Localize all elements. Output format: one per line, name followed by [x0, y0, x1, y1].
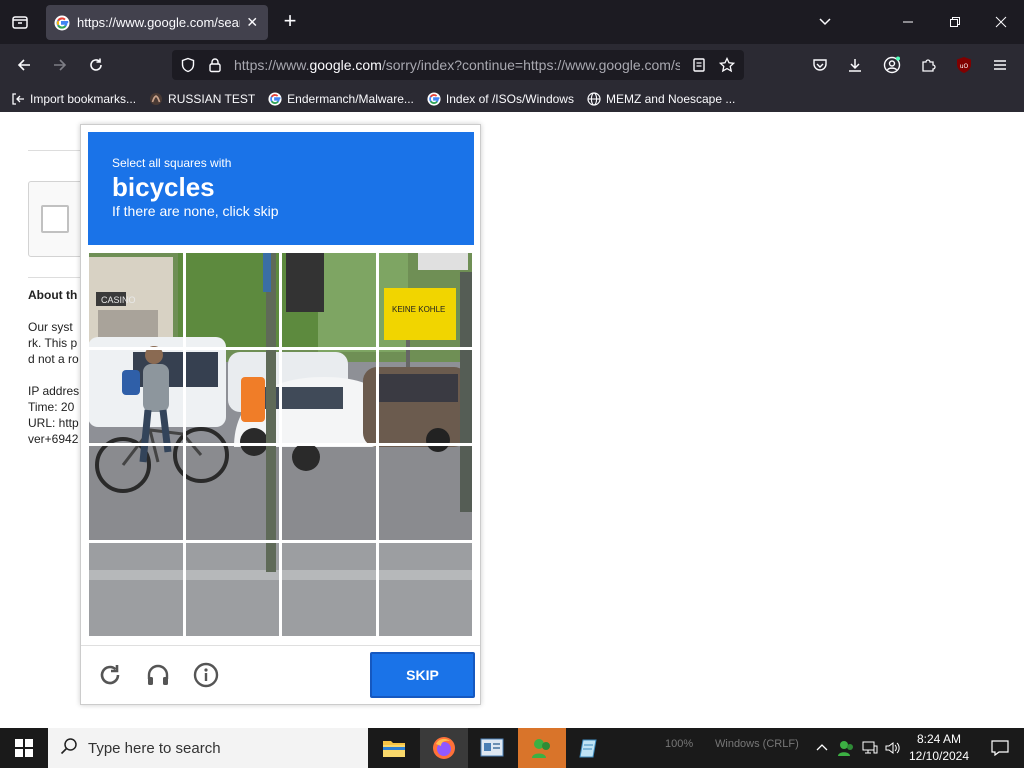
- bookmark-import[interactable]: Import bookmarks...: [10, 91, 136, 107]
- url-text[interactable]: https://www.google.com/sorry/index?conti…: [234, 57, 680, 73]
- captcha-tile[interactable]: [88, 252, 185, 349]
- captcha-tile[interactable]: [184, 541, 281, 638]
- recaptcha-widget[interactable]: [28, 181, 88, 257]
- captcha-tile[interactable]: [184, 348, 281, 445]
- divider: [28, 150, 88, 151]
- file-explorer-icon[interactable]: [370, 728, 418, 768]
- system-clock[interactable]: 8:24 AM 12/10/2024: [906, 731, 972, 765]
- chevron-up-icon[interactable]: [810, 728, 834, 768]
- google-icon: [267, 91, 283, 107]
- tab-google-search[interactable]: https://www.google.com/search ✕: [46, 5, 268, 40]
- instruction-hint: If there are none, click skip: [112, 203, 279, 219]
- windows-taskbar: Type here to search 100% Windows (CRLF) …: [0, 728, 1024, 768]
- search-placeholder: Type here to search: [88, 739, 221, 757]
- captcha-tile[interactable]: [184, 445, 281, 542]
- bookmark-endermanch[interactable]: Endermanch/Malware...: [267, 91, 414, 107]
- captcha-tile[interactable]: [281, 541, 378, 638]
- captcha-tile[interactable]: [184, 252, 281, 349]
- address-bar[interactable]: https://www.google.com/sorry/index?conti…: [172, 50, 744, 80]
- reload-icon[interactable]: [95, 660, 125, 690]
- google-icon: [54, 15, 70, 31]
- firefox-icon[interactable]: [420, 728, 468, 768]
- divider: [28, 277, 88, 278]
- tab-title: https://www.google.com/search: [77, 15, 241, 30]
- page-text-line: Our syst: [28, 320, 73, 334]
- close-tab-icon[interactable]: ✕: [244, 14, 260, 31]
- reload-icon[interactable]: [81, 51, 111, 79]
- new-tab-button[interactable]: +: [278, 10, 302, 34]
- recaptcha-checkbox[interactable]: [41, 205, 69, 233]
- page-text-line[interactable]: URL: http: [28, 416, 79, 430]
- globe-icon: [586, 91, 602, 107]
- bookmarks-toolbar: Import bookmarks... RUSSIAN TEST Enderma…: [0, 86, 1024, 112]
- tab-bar: https://www.google.com/search ✕ +: [0, 0, 1024, 44]
- instruction-line: Select all squares with: [112, 156, 232, 170]
- skip-button[interactable]: SKIP: [370, 652, 475, 698]
- info-icon[interactable]: [191, 660, 221, 690]
- search-icon: [60, 737, 78, 760]
- captcha-tile[interactable]: [88, 348, 185, 445]
- captcha-tiles: [88, 252, 474, 638]
- divider: [81, 645, 480, 646]
- captcha-tile[interactable]: [281, 348, 378, 445]
- captcha-image-grid: CASINO KEINE KOHLE: [88, 252, 474, 638]
- import-icon: [10, 91, 26, 107]
- clock-date: 12/10/2024: [908, 749, 970, 763]
- captcha-tile[interactable]: [377, 445, 474, 542]
- bookmark-star-icon[interactable]: [717, 55, 737, 75]
- people-app-icon[interactable]: [518, 728, 566, 768]
- menu-icon[interactable]: [985, 51, 1015, 79]
- bookmark-memz[interactable]: MEMZ and Noescape ...: [586, 91, 735, 107]
- notepad-zoom-status: 100%: [665, 738, 694, 750]
- notepad-encoding-status: Windows (CRLF): [715, 738, 799, 750]
- captcha-challenge-dialog: Select all squares with bicycles If ther…: [80, 124, 481, 705]
- bookmark-russian-test[interactable]: RUSSIAN TEST: [148, 91, 255, 107]
- page-text-line: rk. This p: [28, 336, 78, 350]
- windows-start-icon[interactable]: [0, 728, 48, 768]
- audio-icon[interactable]: [143, 660, 173, 690]
- forward-icon[interactable]: [45, 51, 75, 79]
- page-text-line: IP addres: [28, 384, 80, 398]
- captcha-tile[interactable]: [377, 348, 474, 445]
- page-text-line: Time: 20: [28, 400, 75, 414]
- notification-icon[interactable]: [976, 728, 1024, 768]
- clock-time: 8:24 AM: [916, 732, 962, 746]
- captcha-tile[interactable]: [88, 445, 185, 542]
- control-panel-icon[interactable]: [468, 728, 516, 768]
- volume-icon[interactable]: [881, 728, 905, 768]
- captcha-tile[interactable]: [281, 445, 378, 542]
- svg-text:uO: uO: [960, 63, 969, 70]
- people-tray-icon[interactable]: [834, 728, 858, 768]
- extensions-icon[interactable]: [913, 51, 943, 79]
- tab-list-icon[interactable]: [6, 8, 34, 36]
- minimize-button[interactable]: [894, 8, 922, 36]
- account-icon[interactable]: [877, 51, 907, 79]
- captcha-tile[interactable]: [377, 252, 474, 349]
- downloads-icon[interactable]: [840, 51, 870, 79]
- captcha-tile[interactable]: [88, 541, 185, 638]
- close-window-button[interactable]: [987, 8, 1015, 36]
- page-text-line: ver+6942: [28, 432, 79, 446]
- google-icon: [426, 91, 442, 107]
- restore-button[interactable]: [941, 8, 969, 36]
- chevron-down-icon[interactable]: [811, 8, 839, 36]
- captcha-tile[interactable]: [377, 541, 474, 638]
- taskbar-search[interactable]: Type here to search: [48, 728, 368, 768]
- captcha-tile[interactable]: [281, 252, 378, 349]
- target-object: bicycles: [112, 172, 215, 202]
- github-icon: [148, 91, 164, 107]
- network-icon[interactable]: [858, 728, 882, 768]
- ublock-origin-icon[interactable]: uO: [949, 51, 979, 79]
- captcha-instructions: Select all squares with bicycles If ther…: [88, 132, 474, 245]
- pocket-icon[interactable]: [805, 51, 835, 79]
- back-icon[interactable]: [9, 51, 39, 79]
- lock-icon[interactable]: [205, 55, 225, 75]
- notepad-icon[interactable]: [566, 728, 614, 768]
- bookmark-isos-windows[interactable]: Index of /ISOs/Windows: [426, 91, 574, 107]
- page-text-line: d not a ro: [28, 352, 79, 366]
- about-heading: About th: [28, 288, 78, 302]
- shield-icon[interactable]: [178, 55, 198, 75]
- navigation-toolbar: https://www.google.com/sorry/index?conti…: [0, 44, 1024, 86]
- reader-view-icon[interactable]: [689, 55, 709, 75]
